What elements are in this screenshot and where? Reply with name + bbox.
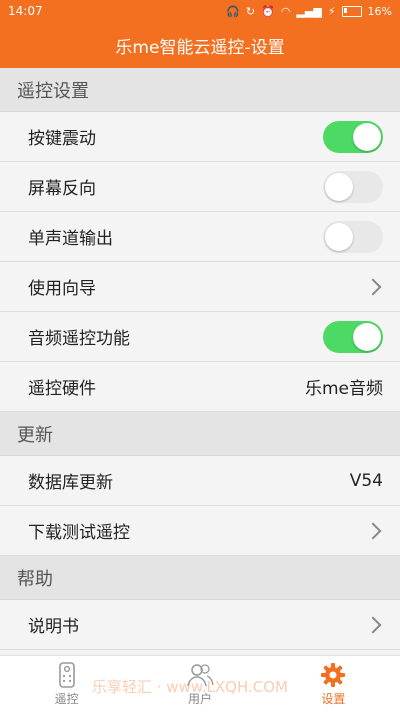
status-icons: 🎧 ↻ ⏰ ◠ ▂▄▆ ⚡ 16% <box>226 5 392 18</box>
settings-row[interactable]: 音频遥控功能 <box>0 312 400 362</box>
page-title: 乐me智能云遥控-设置 <box>115 37 285 58</box>
signal-icon: ▂▄▆ <box>296 4 322 18</box>
settings-row[interactable]: 数据库更新 V54 <box>0 456 400 506</box>
status-bar: 14:07 🎧 ↻ ⏰ ◠ ▂▄▆ ⚡ 16% <box>0 0 400 22</box>
settings-row-label: 说明书 <box>28 617 79 637</box>
toggle-knob <box>325 222 353 251</box>
tab-gear[interactable]: 设置 <box>267 656 400 712</box>
tab-label: 设置 <box>321 691 346 706</box>
settings-row[interactable]: 屏幕反向 <box>0 162 400 212</box>
toggle-knob <box>353 322 381 351</box>
settings-list: 遥控设置 按键震动 屏幕反向 单声道输出 使用向导 音频遥控功能 遥控硬件 乐me音频 更新 数据… <box>0 68 400 655</box>
settings-row[interactable]: 下载测试遥控 <box>0 506 400 556</box>
toggle-switch[interactable] <box>323 120 383 153</box>
tab-label: 遥控 <box>54 691 79 706</box>
settings-row-label: 数据库更新 <box>28 473 113 493</box>
chevron-right-icon <box>364 616 382 633</box>
toggle-switch[interactable] <box>323 320 383 353</box>
battery-percent: 16% <box>367 4 392 18</box>
section-header: 帮助 <box>0 556 400 600</box>
toggle-switch[interactable] <box>323 170 383 203</box>
status-time: 14:07 <box>8 4 43 18</box>
toggle-knob <box>325 172 353 201</box>
settings-row-label: 按键震动 <box>28 129 96 149</box>
tab-remote[interactable]: 遥控 <box>0 656 133 712</box>
toggle-switch[interactable] <box>323 220 383 253</box>
settings-row-label: 音频遥控功能 <box>28 329 130 349</box>
alarm-icon: ⏰ <box>261 4 275 18</box>
settings-row-value: V54 <box>349 470 383 491</box>
settings-row-label: 单声道输出 <box>28 229 113 249</box>
sync-icon: ↻ <box>245 4 256 18</box>
settings-row-label: 使用向导 <box>28 279 96 299</box>
settings-row[interactable]: 遥控硬件 乐me音频 <box>0 362 400 412</box>
headset-icon: 🎧 <box>226 4 240 18</box>
settings-row[interactable]: 按键震动 <box>0 112 400 162</box>
section-header: 更新 <box>0 412 400 456</box>
battery-icon <box>341 5 362 17</box>
chevron-right-icon <box>364 522 382 539</box>
settings-row-label: 屏幕反向 <box>28 179 96 199</box>
chevron-right-icon <box>364 278 382 295</box>
bottom-tab-bar: 遥控 用户 设置 <box>0 655 400 712</box>
remote-icon <box>56 661 78 688</box>
toggle-knob <box>353 122 381 151</box>
settings-row-label: 遥控硬件 <box>28 379 96 399</box>
settings-row[interactable]: 说明书 <box>0 600 400 650</box>
settings-row-label: 下载测试遥控 <box>28 523 130 543</box>
tab-user[interactable]: 用户 <box>133 656 266 712</box>
app-title-bar: 乐me智能云遥控-设置 <box>0 22 400 68</box>
wifi-icon: ◠ <box>280 4 291 18</box>
settings-row-value: 乐me音频 <box>304 379 383 399</box>
settings-row[interactable]: 单声道输出 <box>0 212 400 262</box>
tab-label: 用户 <box>187 691 212 706</box>
charging-icon: ⚡ <box>327 4 336 18</box>
user-icon <box>186 662 214 688</box>
settings-row[interactable]: 使用向导 <box>0 262 400 312</box>
gear-icon <box>320 662 346 688</box>
section-header: 遥控设置 <box>0 68 400 112</box>
